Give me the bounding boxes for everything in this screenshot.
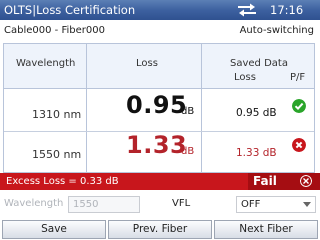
controls-row: Wavelength 1550 VFL OFF bbox=[0, 190, 320, 218]
header-loss: Loss bbox=[136, 58, 158, 69]
pass-check-icon bbox=[292, 99, 306, 113]
title-bar: OLTS|Loss Certification 17:16 bbox=[0, 0, 320, 20]
clock: 17:16 bbox=[270, 3, 304, 17]
cable-fiber-label: Cable000 - Fiber000 bbox=[4, 25, 105, 36]
fail-label: Fail bbox=[253, 174, 277, 188]
header-saved-loss: Loss bbox=[234, 72, 256, 83]
fail-x-icon bbox=[292, 138, 306, 152]
chevron-down-icon bbox=[303, 202, 311, 207]
header-saved-data: Saved Data bbox=[230, 58, 288, 69]
column-divider bbox=[86, 44, 87, 172]
button-bar: Save Prev. Fiber Next Fiber bbox=[0, 219, 320, 240]
table-header: Wavelength Loss Saved Data Loss P/F bbox=[4, 44, 314, 89]
save-button[interactable]: Save bbox=[2, 220, 106, 239]
row-loss-unit: dB bbox=[181, 146, 195, 157]
row-saved-loss: 0.95 dB bbox=[236, 107, 277, 119]
app-title: OLTS|Loss Certification bbox=[4, 3, 136, 17]
excess-loss-text: Excess Loss = 0.33 dB bbox=[6, 176, 119, 187]
wavelength-label: Wavelength bbox=[4, 198, 64, 209]
info-row: Cable000 - Fiber000 Auto-switching bbox=[0, 20, 320, 42]
vfl-label: VFL bbox=[172, 198, 191, 209]
vfl-select[interactable]: OFF bbox=[236, 196, 316, 213]
row-loss-value: 0.95 bbox=[126, 91, 188, 119]
row-wavelength: 1550 nm bbox=[32, 148, 82, 161]
row-loss-value: 1.33 bbox=[126, 131, 188, 159]
wavelength-field[interactable]: 1550 bbox=[68, 196, 140, 213]
results-table: Wavelength Loss Saved Data Loss P/F 1310… bbox=[3, 43, 315, 173]
header-wavelength: Wavelength bbox=[16, 58, 76, 69]
close-icon[interactable] bbox=[300, 175, 312, 187]
header-pass-fail: P/F bbox=[290, 72, 306, 83]
sync-arrows-icon bbox=[238, 3, 256, 17]
switching-mode: Auto-switching bbox=[239, 25, 314, 36]
status-bar: Excess Loss = 0.33 dB Fail bbox=[0, 173, 320, 190]
row-wavelength: 1310 nm bbox=[32, 108, 82, 121]
prev-fiber-button[interactable]: Prev. Fiber bbox=[108, 220, 212, 239]
next-fiber-button[interactable]: Next Fiber bbox=[214, 220, 318, 239]
row-loss-unit: dB bbox=[181, 106, 195, 117]
column-divider bbox=[201, 44, 202, 172]
row-saved-loss: 1.33 dB bbox=[236, 147, 277, 159]
vfl-select-value: OFF bbox=[241, 199, 261, 210]
